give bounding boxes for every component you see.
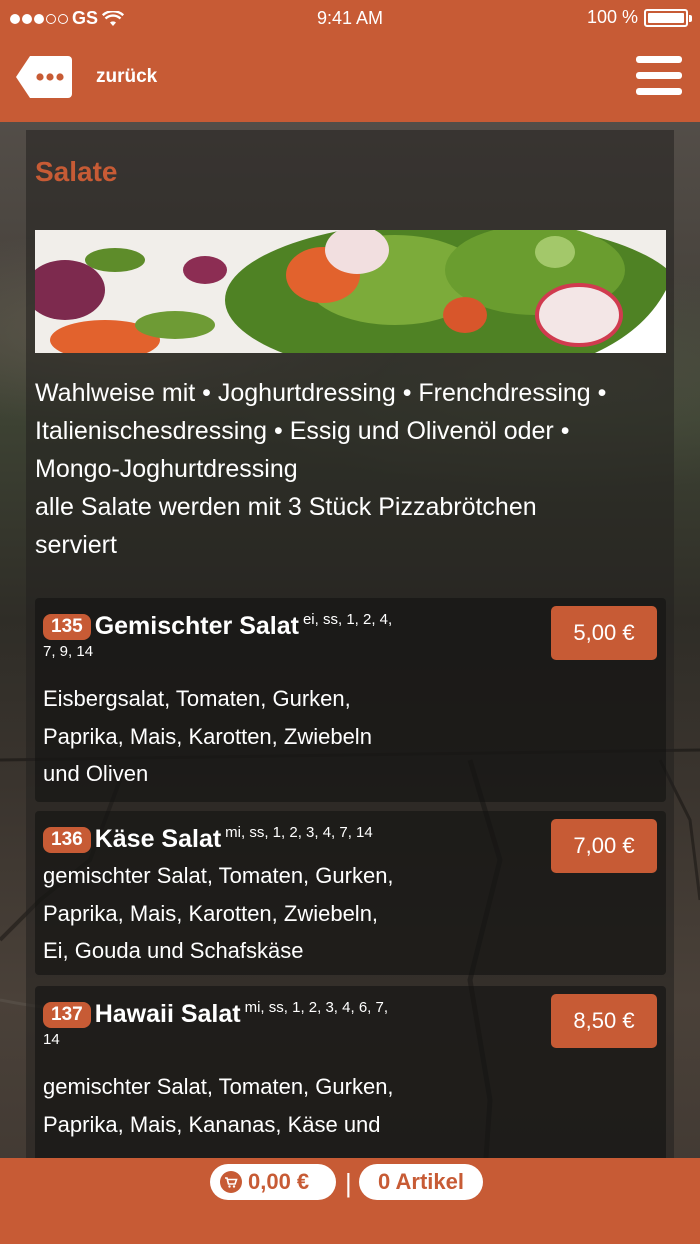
item-allergens: mi, ss, 1, 2, 3, 4, 6, 7, xyxy=(244,999,389,1016)
item-name: Hawaii Salat xyxy=(94,1000,241,1028)
add-to-cart-price-button[interactable]: 8,50 € xyxy=(551,994,657,1048)
battery-status: 100 % xyxy=(586,7,692,28)
menu-category-panel: Salate Wahlweise mit • Joghurtdressing •… xyxy=(26,130,674,1160)
item-number-badge: 137 xyxy=(43,1002,91,1028)
menu-item-header: 135 Gemischter Salat ei, ss, 1, 2, 4, 7, 9… xyxy=(43,608,453,660)
item-allergens: mi, ss, 1, 2, 3, 4, 7, 14 xyxy=(225,824,373,841)
item-description: gemischter Salat, Tomaten, Gurken, Papri… xyxy=(43,863,394,963)
back-label[interactable]: zurück xyxy=(96,66,157,88)
add-to-cart-price-button[interactable]: 5,00 € xyxy=(551,606,657,660)
menu-item[interactable]: 137 Hawaii Salat mi, ss, 1, 2, 3, 4, 6, 7,… xyxy=(35,986,666,1160)
add-to-cart-price-button[interactable]: 7,00 € xyxy=(551,819,657,873)
status-bar: GS 9:41 AM 100 % xyxy=(0,0,700,36)
item-description: Eisbergsalat, Tomaten, Gurken, Paprika, … xyxy=(43,686,372,786)
item-name: Käse Salat xyxy=(94,825,222,853)
item-allergens-cont: 14 xyxy=(43,1031,60,1048)
hamburger-menu-icon[interactable] xyxy=(636,56,682,98)
more-dots-tag-icon xyxy=(16,56,72,98)
section-title: Salate xyxy=(35,156,118,187)
item-number-badge: 135 xyxy=(43,614,91,640)
salad-hero-image xyxy=(35,230,666,353)
item-name: Gemischter Salat xyxy=(94,612,299,640)
cart-total-button[interactable]: 0,00 € xyxy=(210,1164,336,1200)
cart-total: 0,00 € xyxy=(248,1169,310,1194)
menu-item-header: 136 Käse Salat mi, ss, 1, 2, 3, 4, 7, 14 xyxy=(43,821,453,854)
item-allergens: ei, ss, 1, 2, 4, xyxy=(302,611,393,628)
cart-icon xyxy=(220,1171,242,1193)
battery-icon xyxy=(644,8,692,27)
menu-item-header: 137 Hawaii Salat mi, ss, 1, 2, 3, 4, 6, 7,… xyxy=(43,996,453,1048)
app-header: GS 9:41 AM 100 % zurück xyxy=(0,0,700,122)
article-count-button[interactable]: 0 Artikel xyxy=(359,1164,483,1200)
item-allergens-cont: 7, 9, 14 xyxy=(43,643,94,660)
battery-percent: 100 % xyxy=(586,7,638,27)
menu-item[interactable]: 136 Käse Salat mi, ss, 1, 2, 3, 4, 7, 14 g… xyxy=(35,811,666,975)
cart-footer: 0,00 € | 0 Artikel xyxy=(0,1158,700,1244)
section-description: Wahlweise mit • Joghurtdressing • French… xyxy=(35,379,607,559)
item-number-badge: 136 xyxy=(43,827,91,853)
footer-separator: | xyxy=(345,1168,352,1198)
menu-item[interactable]: 135 Gemischter Salat ei, ss, 1, 2, 4, 7, 9… xyxy=(35,598,666,802)
back-button[interactable] xyxy=(16,56,72,98)
salad-bowl-photo xyxy=(35,230,666,353)
item-description: gemischter Salat, Tomaten, Gurken, Papri… xyxy=(43,1074,394,1137)
